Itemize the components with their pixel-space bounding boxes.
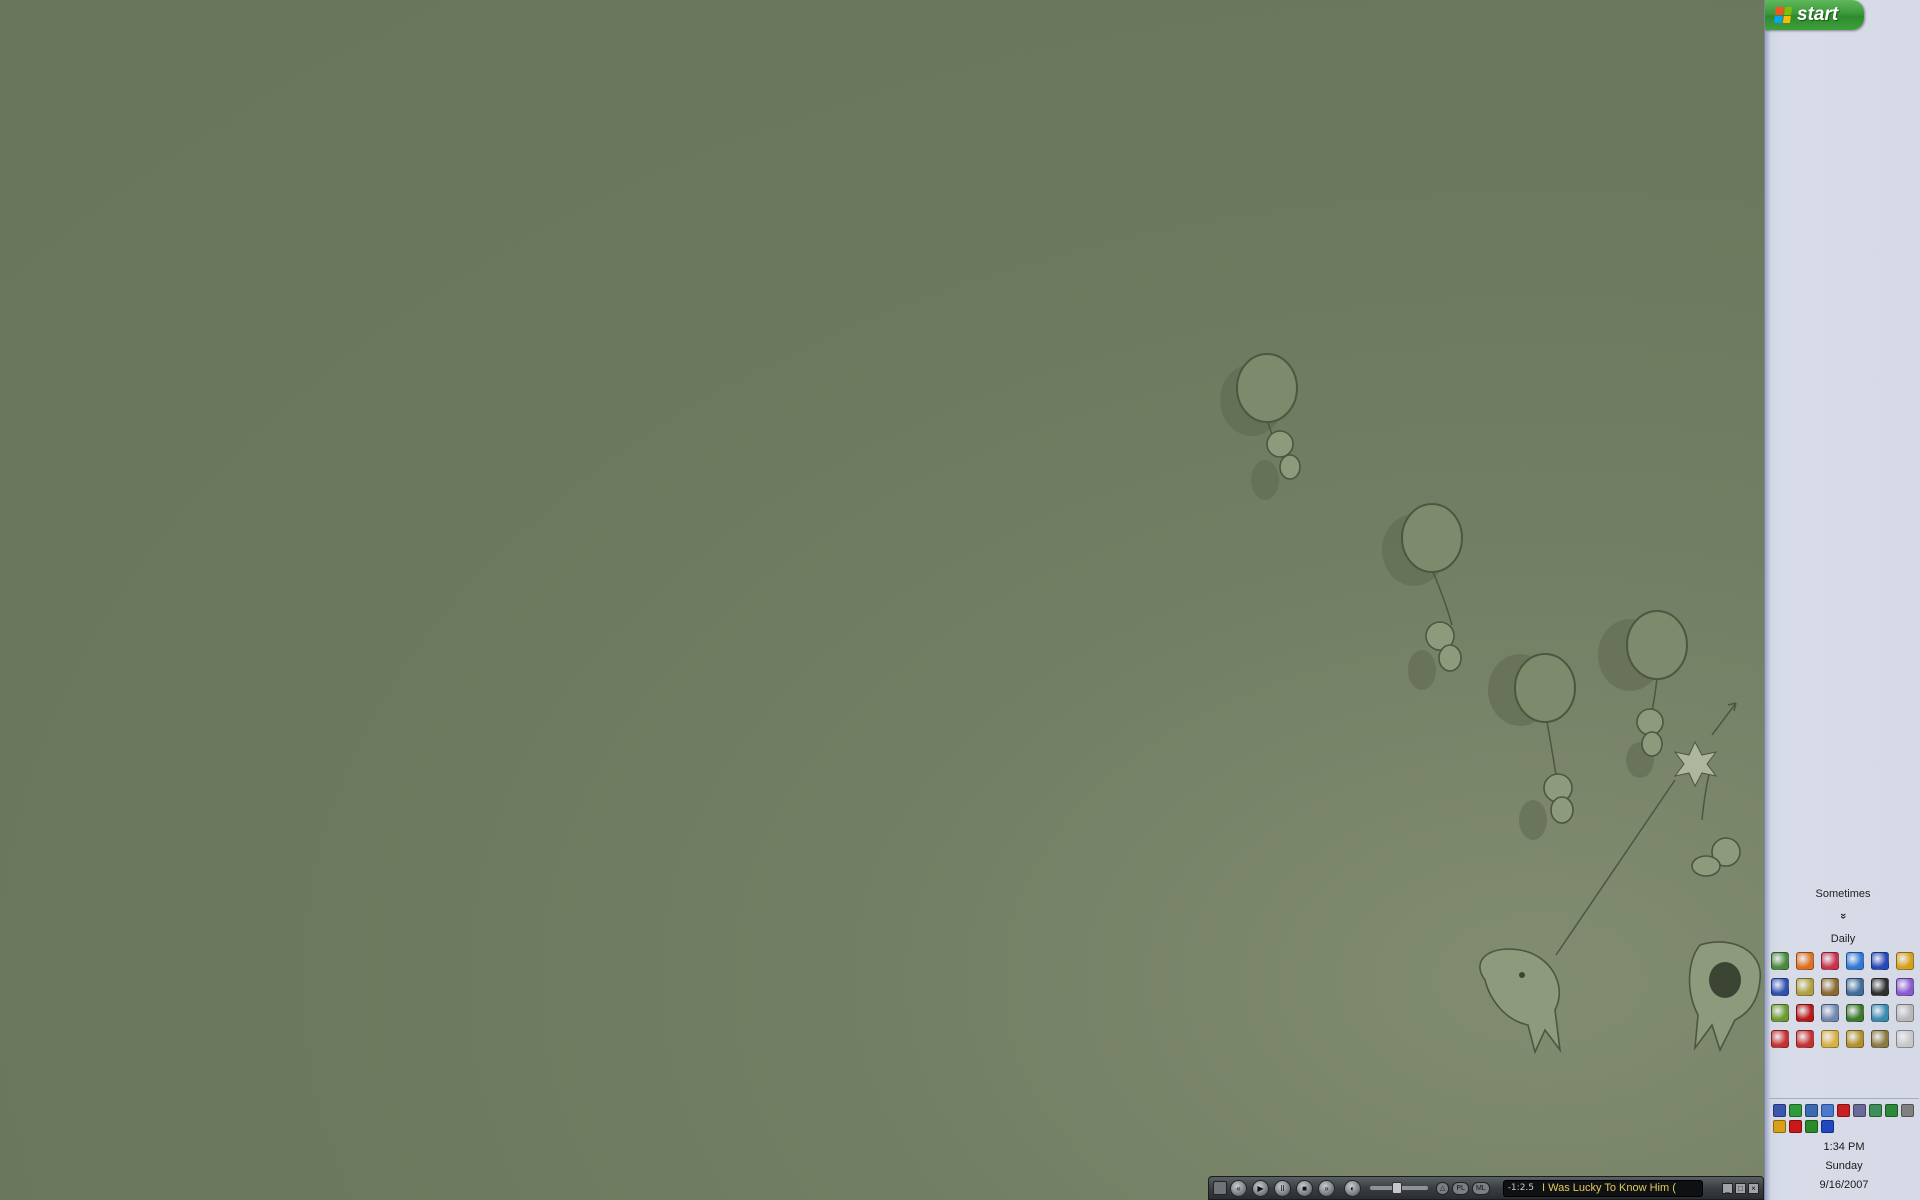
- pencil-icon[interactable]: [1773, 1120, 1786, 1133]
- printer-icon[interactable]: [1901, 1104, 1914, 1117]
- system-tray: 1:34 PM Sunday 9/16/2007: [1769, 1098, 1919, 1200]
- vc-app-icon[interactable]: [1771, 1030, 1789, 1048]
- windows-logo-icon: [1773, 7, 1793, 23]
- quick-launch-toolbar: [1771, 952, 1919, 1048]
- play-icon: ▶: [1257, 1183, 1264, 1193]
- previous-button[interactable]: «: [1230, 1179, 1247, 1197]
- internet-explorer-icon[interactable]: [1846, 952, 1864, 970]
- volume-slider-thumb[interactable]: [1391, 1182, 1402, 1194]
- stop-button[interactable]: ■: [1296, 1179, 1313, 1197]
- next-button[interactable]: »: [1318, 1179, 1335, 1197]
- globe-icon[interactable]: [1896, 978, 1914, 996]
- disk-app-icon[interactable]: [1871, 1004, 1889, 1022]
- playlist-button[interactable]: PL: [1452, 1181, 1469, 1195]
- clock-date[interactable]: 9/16/2007: [1769, 1179, 1919, 1191]
- blank-app-icon[interactable]: [1896, 1030, 1914, 1048]
- flower-app-icon[interactable]: [1871, 978, 1889, 996]
- media-app-icon[interactable]: [1796, 1004, 1814, 1022]
- volume-slider[interactable]: [1370, 1182, 1428, 1194]
- player-close-button[interactable]: ×: [1748, 1182, 1759, 1194]
- balloon-pop-burst: [1673, 740, 1718, 788]
- player-minimize-button[interactable]: _: [1722, 1182, 1733, 1194]
- track-title: I Was Lucky To Know Him (: [1542, 1182, 1676, 1194]
- document-icon[interactable]: [1846, 1030, 1864, 1048]
- media-library-button[interactable]: ML: [1471, 1181, 1490, 1195]
- volume-icon[interactable]: [1821, 1104, 1834, 1117]
- stop-icon: ■: [1302, 1183, 1307, 1193]
- winamp-icon[interactable]: [1896, 952, 1914, 970]
- k-app-icon[interactable]: [1789, 1120, 1802, 1133]
- pause-button[interactable]: II: [1274, 1179, 1291, 1197]
- firefox-icon[interactable]: [1796, 952, 1814, 970]
- tools-icon[interactable]: [1796, 978, 1814, 996]
- pause-icon: II: [1280, 1183, 1285, 1193]
- start-label: start: [1797, 4, 1839, 25]
- play-button[interactable]: ▶: [1252, 1179, 1269, 1197]
- cloud-app-icon[interactable]: [1821, 1004, 1839, 1022]
- taskbar[interactable]: start Sometimes » Daily 1:34 PM Sunday 9…: [1764, 0, 1920, 1200]
- signal-icon[interactable]: [1805, 1120, 1818, 1133]
- shade-button[interactable]: △: [1436, 1181, 1450, 1195]
- folder-icon[interactable]: [1821, 1030, 1839, 1048]
- update-icon[interactable]: [1869, 1104, 1882, 1117]
- track-time: -1:2.5: [1507, 1183, 1535, 1193]
- tray-icons: [1769, 1099, 1919, 1133]
- volume-icon-button[interactable]: ◐: [1344, 1179, 1361, 1197]
- media-player-bar[interactable]: « ▶ II ■ » ◐ △ PL ML -1:2.5 I Was Lucky …: [1208, 1176, 1764, 1200]
- clock-time[interactable]: 1:34 PM: [1769, 1141, 1919, 1153]
- notepad-icon[interactable]: [1896, 1004, 1914, 1022]
- notes-icon[interactable]: [1871, 1030, 1889, 1048]
- network-icon[interactable]: [1773, 1104, 1786, 1117]
- player-window-controls: _ □ ×: [1720, 1182, 1759, 1194]
- clock-day[interactable]: Sunday: [1769, 1160, 1919, 1172]
- desktop[interactable]: « ▶ II ■ » ◐ △ PL ML -1:2.5 I Was Lucky …: [0, 0, 1764, 1200]
- folder-tree-icon[interactable]: [1821, 978, 1839, 996]
- player-menu-button[interactable]: [1213, 1181, 1227, 1195]
- bluetooth-icon[interactable]: [1821, 1120, 1834, 1133]
- toolbar-daily-label[interactable]: Daily: [1765, 933, 1920, 945]
- calculator-icon[interactable]: [1846, 978, 1864, 996]
- app-group-icon[interactable]: [1771, 1004, 1789, 1022]
- green-app-icon[interactable]: [1789, 1104, 1802, 1117]
- next-icon: »: [1324, 1183, 1329, 1193]
- shield-icon[interactable]: [1853, 1104, 1866, 1117]
- antivirus-icon[interactable]: [1885, 1104, 1898, 1117]
- track-display[interactable]: -1:2.5 I Was Lucky To Know Him (: [1502, 1179, 1703, 1197]
- wallpaper-balloons-illustration: [1220, 353, 1761, 1055]
- display-icon[interactable]: [1805, 1104, 1818, 1117]
- vc-app-icon-2[interactable]: [1796, 1030, 1814, 1048]
- disconnected-icon[interactable]: [1837, 1104, 1850, 1117]
- start-button[interactable]: start: [1765, 0, 1864, 30]
- window-icon[interactable]: [1771, 978, 1789, 996]
- player-maximize-button[interactable]: □: [1735, 1182, 1746, 1194]
- checkmark-icon[interactable]: [1846, 1004, 1864, 1022]
- itunes-icon[interactable]: [1821, 952, 1839, 970]
- previous-icon: «: [1236, 1183, 1241, 1193]
- messenger-icon[interactable]: [1871, 952, 1889, 970]
- mail-icon[interactable]: [1771, 952, 1789, 970]
